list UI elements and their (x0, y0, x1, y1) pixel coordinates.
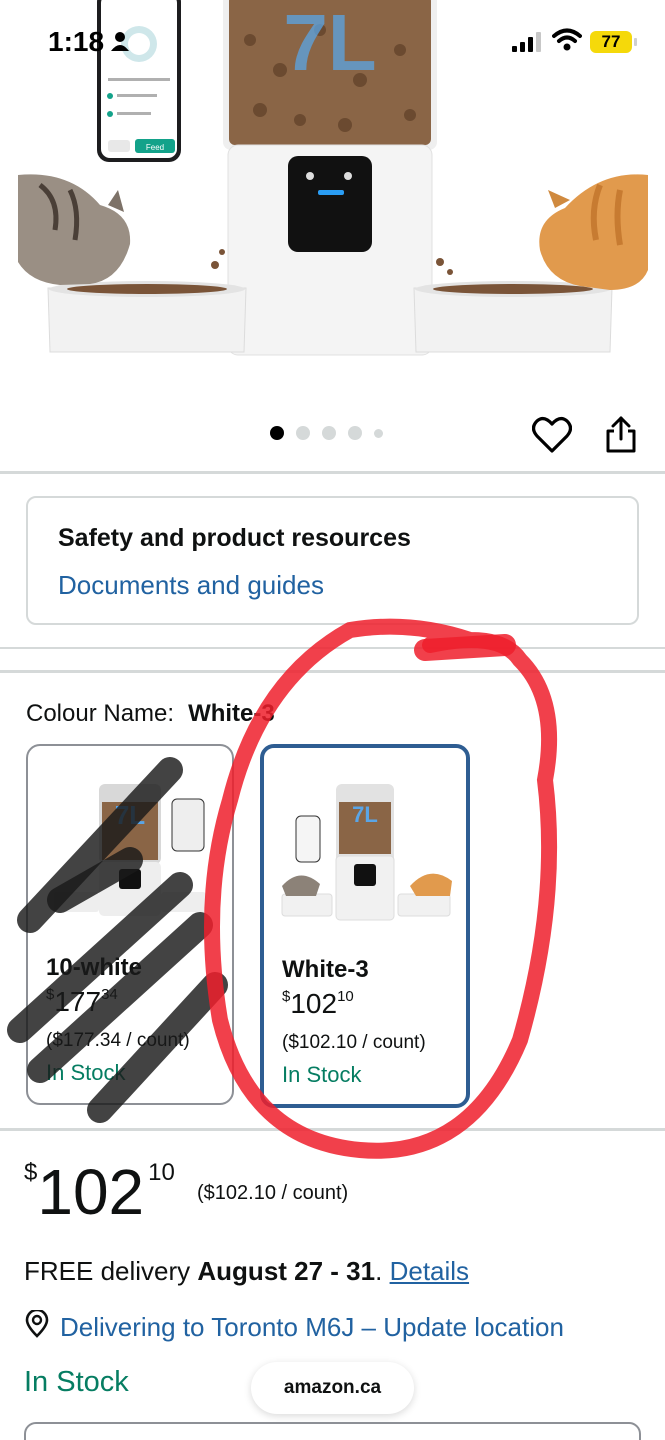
status-bar: 1:18 77 (0, 0, 665, 90)
delivery-prefix: FREE delivery (24, 1256, 191, 1286)
documents-guides-link[interactable]: Documents and guides (58, 570, 324, 601)
variant-price: $10210 (282, 988, 354, 1019)
share-icon[interactable] (604, 415, 638, 460)
cellular-signal-icon (512, 32, 544, 57)
variant-thumbnail: 7L (280, 776, 456, 926)
colour-selected-value: White-3 (188, 700, 275, 727)
variant-name: 10-white (46, 954, 143, 981)
section-divider (0, 1128, 665, 1131)
section-divider (0, 647, 665, 649)
carousel-dot[interactable] (322, 426, 336, 440)
carousel-dot[interactable] (374, 428, 383, 438)
carousel-dot[interactable] (348, 426, 362, 440)
carousel-dot[interactable] (270, 426, 284, 440)
variant-stock-status: In Stock (46, 1060, 126, 1085)
variant-price: $17734 (46, 986, 118, 1017)
delivery-dates: August 27 - 31 (197, 1256, 376, 1286)
carousel-dot[interactable] (296, 426, 310, 440)
variant-thumbnail: 7L (44, 774, 220, 924)
variant-name: White-3 (282, 956, 369, 983)
phone-feed-label: Feed (146, 143, 164, 152)
price-per-unit: ($102.10 / count) (197, 1182, 349, 1204)
location-pin-icon (24, 1308, 50, 1345)
delivery-info: FREE delivery August 27 - 31. Details (24, 1256, 470, 1286)
delivery-details-link[interactable]: Details (390, 1256, 469, 1286)
variant-card-white-3[interactable]: 7L White-3 $10210 ($102.10 / count) In S… (260, 744, 470, 1108)
thumb-capacity-badge: 7L (115, 800, 145, 830)
status-time: 1:18 (48, 26, 105, 57)
safety-resources-card[interactable]: Safety and product resources Documents a… (26, 496, 639, 625)
heart-icon[interactable] (531, 416, 573, 459)
thumb-capacity-badge: 7L (352, 802, 378, 827)
section-divider (0, 471, 665, 474)
variant-unit-price: ($102.10 / count) (282, 1032, 426, 1053)
next-section-card (24, 1422, 641, 1440)
battery-tip (634, 38, 637, 46)
colour-name-row: Colour Name: White-3 (26, 700, 275, 728)
product-price: $102 10 (24, 1156, 175, 1228)
variant-stock-status: In Stock (282, 1062, 362, 1087)
variant-unit-price: ($177.34 / count) (46, 1030, 190, 1051)
wifi-icon (552, 28, 582, 57)
variant-card-10-white[interactable]: 7L 10-white $17734 ($177.34 / count) In … (26, 744, 234, 1105)
browser-url-pill[interactable]: amazon.ca (251, 1362, 414, 1414)
safety-resources-title: Safety and product resources (58, 524, 411, 552)
section-divider (0, 670, 665, 673)
person-icon (111, 31, 133, 56)
battery-indicator: 77 (590, 31, 632, 53)
stock-status: In Stock (24, 1366, 129, 1398)
image-carousel-dots[interactable] (270, 426, 383, 440)
colour-name-label: Colour Name: (26, 700, 175, 727)
delivery-location[interactable]: Delivering to Toronto M6J – Update locat… (24, 1308, 564, 1345)
location-text[interactable]: Delivering to Toronto M6J – Update locat… (60, 1312, 564, 1343)
